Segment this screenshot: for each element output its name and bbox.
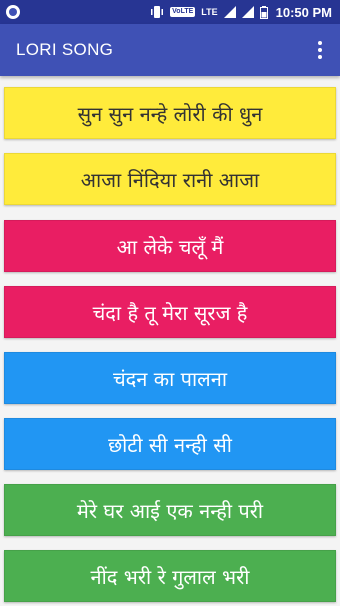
status-left [6,5,20,19]
volte-badge: VoLTE [170,7,196,17]
song-button[interactable]: मेरे घर आई एक नन्ही परी [4,484,336,536]
app-title: LORI SONG [16,40,114,59]
battery-icon [259,5,268,19]
signal-icon [223,6,236,18]
app-bar: LORI SONG [0,24,340,76]
song-button[interactable]: चंदा है तू मेरा सूरज है [4,286,336,338]
status-time: 10:50 PM [275,4,332,20]
song-button[interactable]: आ लेके चलूँ मैं [4,220,336,272]
song-button[interactable]: चंदन का पालना [4,352,336,404]
more-vert-icon[interactable] [310,35,330,65]
song-button[interactable]: आजा निंदिया रानी आजा [4,153,336,205]
status-right: VoLTE LTE 10:50 PM [150,5,332,20]
vibrate-icon [151,6,164,18]
signal-2-icon [241,6,254,18]
lte-label: LTE [201,7,218,17]
song-button[interactable]: सुन सुन नन्हे लोरी की धुन [4,87,336,139]
app-notification-icon [6,5,20,19]
song-button[interactable]: छोटी सी नन्ही सी [4,418,336,470]
song-list: सुन सुन नन्हे लोरी की धुन आजा निंदिया रा… [0,76,340,606]
song-button[interactable]: नींद भरी रे गुलाल भरी [4,550,336,602]
status-bar: VoLTE LTE 10:50 PM [0,0,340,24]
